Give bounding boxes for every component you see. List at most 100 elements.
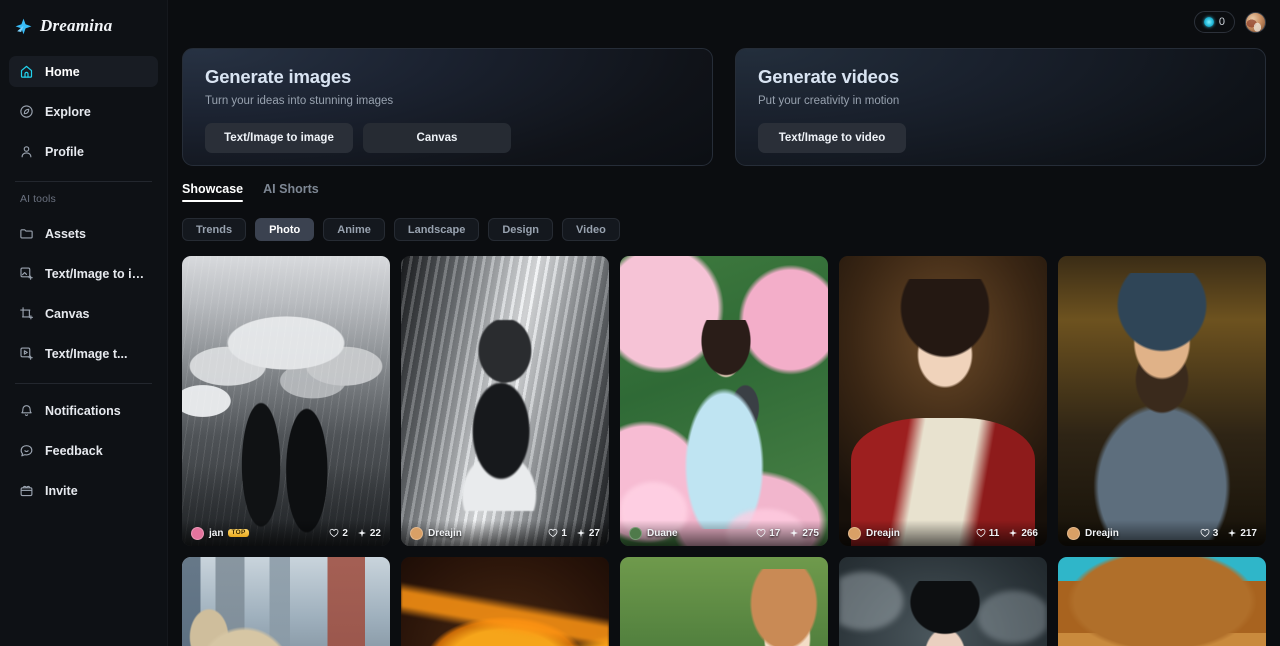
artwork-girl-with-camera-flowers bbox=[620, 256, 828, 546]
star-stat[interactable]: 217 bbox=[1227, 528, 1257, 539]
gallery-card[interactable]: Dreajin 3 217 bbox=[1058, 256, 1266, 546]
star-stat[interactable]: 266 bbox=[1008, 528, 1038, 539]
sidebar-item-canvas[interactable]: Canvas bbox=[9, 298, 158, 329]
gallery-card[interactable]: Duane 17 275 bbox=[620, 256, 828, 546]
heart-icon bbox=[756, 528, 766, 538]
page-title: Generate images bbox=[205, 66, 352, 87]
like-stat[interactable]: 17 bbox=[756, 528, 780, 539]
chip-anime[interactable]: Anime bbox=[323, 218, 385, 241]
like-stat[interactable]: 3 bbox=[1200, 527, 1219, 539]
canvas-frame-icon bbox=[20, 307, 33, 320]
star-stat[interactable]: 22 bbox=[357, 528, 381, 539]
chip-photo[interactable]: Photo bbox=[255, 218, 315, 241]
gallery-card[interactable]: Dreajin 11 266 bbox=[839, 256, 1047, 546]
topbar: 0 bbox=[168, 0, 1280, 44]
bell-icon bbox=[21, 405, 32, 417]
compass-icon bbox=[20, 105, 33, 118]
tab-showcase[interactable]: Showcase bbox=[182, 182, 244, 202]
gallery-card[interactable]: jan TOP 2 22 bbox=[182, 256, 390, 546]
star-count: 266 bbox=[1021, 527, 1038, 539]
sidebar-item-label: Canvas bbox=[45, 306, 90, 321]
sidebar-item-text-image-to-image[interactable]: Text/Image to image bbox=[9, 258, 158, 289]
user-avatar[interactable] bbox=[1245, 11, 1266, 33]
chip-video[interactable]: Video bbox=[562, 218, 620, 241]
sidebar: Dreamina Home Explore Profile AI tools A… bbox=[0, 0, 168, 646]
sidebar-item-profile[interactable]: Profile bbox=[9, 136, 158, 167]
gallery-card[interactable] bbox=[1058, 557, 1266, 646]
artwork-fiery-eye bbox=[401, 557, 609, 646]
author-name: Dreajin bbox=[1085, 527, 1119, 539]
gallery-card[interactable] bbox=[401, 557, 609, 646]
brand-logo-area[interactable]: Dreamina bbox=[9, 0, 158, 52]
generate-videos-subtitle: Put your creativity in motion bbox=[758, 95, 900, 107]
sidebar-item-text-image-to-video[interactable]: Text/Image t... bbox=[9, 338, 158, 369]
sidebar-item-label: Notifications bbox=[45, 403, 121, 418]
gallery-card-author[interactable]: Dreajin bbox=[410, 526, 462, 540]
like-count: 11 bbox=[988, 527, 1000, 539]
generate-videos-card: Generate videos Put your creativity in m… bbox=[735, 48, 1266, 166]
sparkle-icon bbox=[357, 528, 366, 538]
artwork-gothic-bride bbox=[839, 557, 1047, 646]
author-name: Duane bbox=[647, 527, 678, 539]
gallery-card[interactable] bbox=[620, 557, 828, 646]
text-image-to-video-button[interactable]: Text/Image to video bbox=[758, 123, 906, 153]
sidebar-item-home[interactable]: Home bbox=[9, 56, 158, 87]
artwork-armored-knight bbox=[1058, 256, 1266, 546]
gallery-card-stats: 3 217 bbox=[1200, 528, 1257, 539]
gallery-card-author[interactable]: jan TOP bbox=[191, 526, 249, 540]
sidebar-item-explore[interactable]: Explore bbox=[9, 96, 158, 127]
gallery-card[interactable] bbox=[839, 557, 1047, 646]
heart-icon bbox=[1200, 528, 1210, 538]
gallery-card[interactable] bbox=[182, 557, 390, 646]
sidebar-item-label: Invite bbox=[45, 483, 78, 498]
star-count: 217 bbox=[1240, 527, 1257, 539]
star-count: 27 bbox=[588, 527, 600, 539]
canvas-button[interactable]: Canvas bbox=[363, 123, 511, 153]
generate-images-subtitle: Turn your ideas into stunning images bbox=[205, 95, 394, 107]
sidebar-item-label: Text/Image t... bbox=[45, 346, 128, 361]
chip-trends[interactable]: Trends bbox=[182, 218, 247, 241]
author-name: jan bbox=[209, 527, 224, 539]
sidebar-item-notifications[interactable]: Notifications bbox=[9, 395, 158, 426]
heart-icon bbox=[976, 528, 986, 538]
star-stat[interactable]: 275 bbox=[789, 528, 819, 539]
sparkle-icon bbox=[790, 528, 799, 538]
gallery-card-footer: Duane 17 275 bbox=[620, 520, 828, 546]
like-stat[interactable]: 2 bbox=[329, 528, 348, 539]
sidebar-item-label: Explore bbox=[45, 104, 91, 119]
like-count: 3 bbox=[1212, 527, 1219, 539]
gallery-card-stats: 2 22 bbox=[329, 528, 381, 539]
main-content: 0 Generate images Turn your ideas into s… bbox=[168, 0, 1280, 646]
like-stat[interactable]: 11 bbox=[976, 527, 1000, 539]
gallery-card-footer: Dreajin 1 27 bbox=[401, 520, 609, 546]
gallery-card[interactable]: Dreajin 1 27 bbox=[401, 256, 609, 546]
artwork-roman-noblewoman bbox=[839, 256, 1047, 546]
home-icon bbox=[20, 65, 33, 78]
avatar bbox=[191, 526, 204, 540]
artwork-alpacas-city bbox=[182, 557, 390, 646]
like-stat[interactable]: 1 bbox=[548, 528, 567, 539]
author-name: Dreajin bbox=[866, 527, 900, 539]
gallery-card-stats: 17 275 bbox=[756, 528, 819, 539]
gallery-card-author[interactable]: Dreajin bbox=[848, 526, 900, 540]
gallery-card-author[interactable]: Dreajin bbox=[1067, 526, 1119, 540]
showcase-gallery-row-2 bbox=[168, 546, 1280, 646]
chip-landscape[interactable]: Landscape bbox=[393, 218, 480, 241]
text-image-to-image-button[interactable]: Text/Image to image bbox=[205, 123, 353, 153]
credits-pill[interactable]: 0 bbox=[1193, 11, 1235, 33]
sidebar-item-feedback[interactable]: Feedback bbox=[9, 435, 158, 466]
tab-ai-shorts[interactable]: AI Shorts bbox=[263, 182, 319, 202]
star-count: 275 bbox=[802, 527, 819, 539]
filter-chips: Trends Photo Anime Landscape Design Vide… bbox=[168, 202, 1280, 241]
gallery-card-footer: jan TOP 2 22 bbox=[182, 520, 390, 546]
sidebar-item-assets[interactable]: Assets bbox=[9, 218, 158, 249]
gallery-card-footer: Dreajin 3 217 bbox=[1058, 520, 1266, 546]
gallery-card-author[interactable]: Duane bbox=[629, 526, 678, 540]
chip-design[interactable]: Design bbox=[488, 218, 554, 241]
artwork-girl-tulips bbox=[620, 557, 828, 646]
sidebar-item-invite[interactable]: Invite bbox=[9, 475, 158, 506]
sidebar-item-label: Feedback bbox=[45, 443, 103, 458]
star-stat[interactable]: 27 bbox=[576, 528, 600, 539]
gift-icon bbox=[20, 485, 33, 497]
author-name: Dreajin bbox=[428, 527, 462, 539]
